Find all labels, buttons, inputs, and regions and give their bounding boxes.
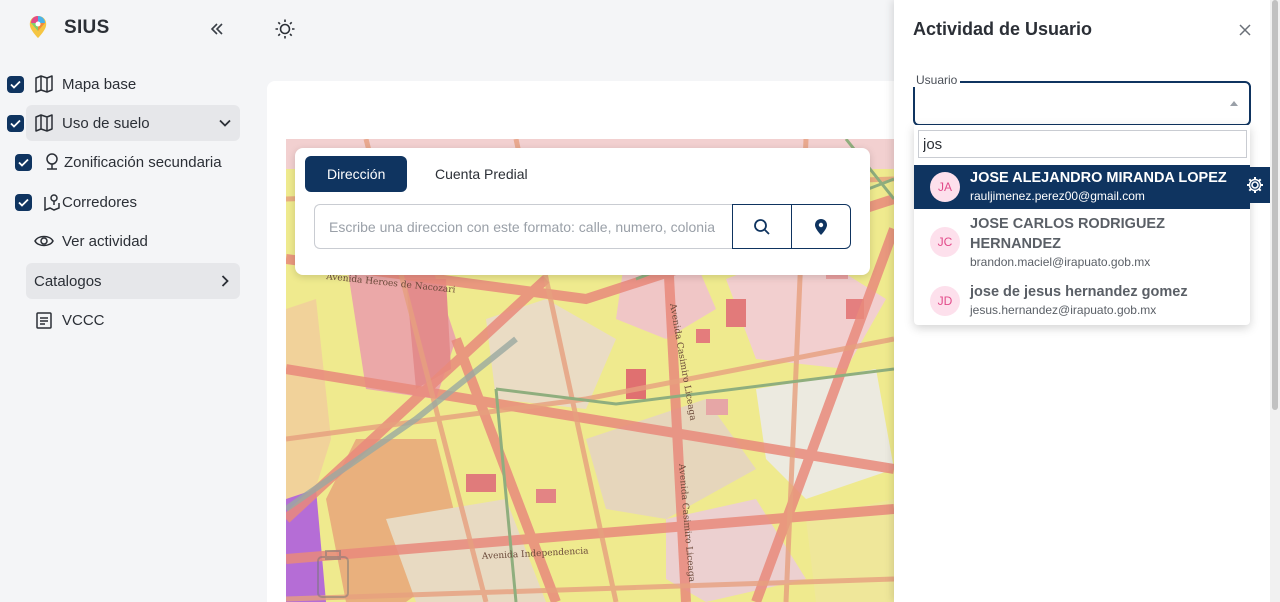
user-name: JOSE CARLOS RODRIGUEZ HERNANDEZ [970, 216, 1165, 252]
checkbox-uso-de-suelo[interactable] [7, 114, 24, 132]
sidebar-item-zonificacion[interactable]: Zonificación secundaria [34, 144, 230, 180]
theme-toggle-button[interactable] [272, 16, 298, 42]
user-select[interactable] [913, 81, 1251, 126]
avatar: JA [930, 172, 960, 202]
sidebar-row-uso-de-suelo: Uso de suelo [7, 105, 240, 141]
sidebar-item-corredores[interactable]: Corredores [34, 184, 145, 220]
address-search-card: Dirección Cuenta Predial [295, 148, 870, 275]
gear-icon [1247, 177, 1263, 193]
address-input[interactable] [314, 204, 732, 249]
user-email: jesus.hernandez@irapuato.gob.mx [970, 303, 1157, 317]
sidebar-row-ver-actividad: Ver actividad [26, 223, 156, 259]
location-pin-icon [815, 218, 827, 235]
eye-icon [34, 231, 54, 251]
sidebar-item-label: Catalogos [34, 272, 102, 290]
user-select-label: Usuario [913, 73, 961, 87]
avatar: JD [930, 286, 960, 316]
caret-up-icon [1230, 101, 1238, 106]
avatar: JC [930, 227, 960, 257]
brand: SIUS [28, 14, 110, 42]
map-icon [34, 113, 54, 133]
user-name: JOSE ALEJANDRO MIRANDA LOPEZ [970, 170, 1227, 186]
checkbox-mapa-base[interactable] [7, 75, 24, 93]
tab-cuenta-predial[interactable]: Cuenta Predial [413, 156, 550, 192]
user-email: brandon.maciel@irapuato.gob.mx [970, 255, 1151, 269]
sidebar-item-catalogos[interactable]: Catalogos [26, 263, 240, 299]
tab-direccion[interactable]: Dirección [305, 156, 408, 192]
sidebar-row-mapa-base: Mapa base [7, 66, 144, 102]
sidebar-item-label: Zonificación secundaria [64, 153, 222, 171]
user-filter-input[interactable] [918, 130, 1247, 158]
sun-icon [275, 19, 295, 39]
chevron-right-icon [221, 275, 229, 287]
sidebar-row-corredores: Corredores [15, 184, 145, 220]
user-activity-panel: Actividad de Usuario Usuario JA JOSE ALE… [894, 0, 1270, 602]
sidebar-item-label: VCCC [62, 311, 105, 329]
close-icon [1239, 24, 1251, 36]
app-name: SIUS [64, 17, 110, 38]
sidebar-item-vccc[interactable]: VCCC [26, 302, 113, 338]
search-button[interactable] [732, 204, 792, 249]
logo-icon [29, 16, 47, 38]
panel-title: Actividad de Usuario [913, 19, 1093, 39]
sidebar-item-uso-de-suelo[interactable]: Uso de suelo [26, 105, 240, 141]
map-pin-icon [42, 192, 62, 212]
settings-button[interactable] [1240, 167, 1270, 203]
close-button[interactable] [1236, 21, 1254, 39]
chevrons-left-icon [210, 23, 223, 35]
sidebar-item-mapa-base[interactable]: Mapa base [26, 66, 144, 102]
sidebar-item-label: Mapa base [62, 75, 137, 93]
sidebar-item-label: Uso de suelo [62, 114, 150, 132]
collapse-sidebar-button[interactable] [205, 17, 229, 41]
user-option[interactable]: JA JOSE ALEJANDRO MIRANDA LOPEZ rauljime… [914, 165, 1250, 209]
user-email: rauljimenez.perez00@gmail.com [970, 189, 1145, 203]
sidebar-item-ver-actividad[interactable]: Ver actividad [26, 223, 156, 259]
checkbox-zonificacion[interactable] [15, 153, 32, 171]
sidebar-row-zonificacion: Zonificación secundaria [15, 144, 230, 180]
map-outline-icon [34, 74, 54, 94]
locate-button[interactable] [791, 204, 851, 249]
sidebar-row-vccc: VCCC [26, 302, 113, 338]
chevron-down-icon [219, 119, 231, 127]
user-name: jose de jesus hernandez gomez [970, 284, 1188, 300]
scrollbar[interactable] [1270, 0, 1280, 602]
search-icon [754, 218, 770, 235]
pin-outline-icon [42, 152, 62, 172]
sidebar: SIUS Mapa base Uso de suelo Zonificación… [0, 0, 250, 602]
sidebar-item-label: Ver actividad [62, 232, 148, 250]
sidebar-item-label: Corredores [62, 193, 138, 211]
user-option[interactable]: JC JOSE CARLOS RODRIGUEZ HERNANDEZ brand… [914, 211, 1250, 271]
checkbox-corredores[interactable] [15, 193, 32, 211]
document-icon [34, 310, 54, 330]
sidebar-row-catalogos: Catalogos [26, 263, 240, 299]
scrollbar-thumb[interactable] [1272, 0, 1278, 410]
user-option[interactable]: JD jose de jesus hernandez gomez jesus.h… [914, 280, 1250, 322]
user-dropdown: JA JOSE ALEJANDRO MIRANDA LOPEZ rauljime… [914, 125, 1250, 325]
